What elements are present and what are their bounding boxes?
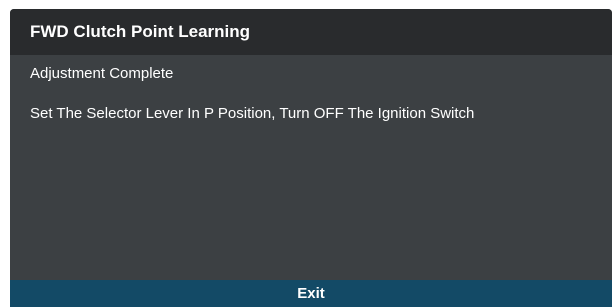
status-message: Adjustment Complete [30, 65, 174, 82]
dialog-title-bar: FWD Clutch Point Learning [10, 9, 612, 55]
clutch-learning-dialog: FWD Clutch Point Learning Adjustment Com… [10, 9, 612, 307]
dialog-body: Adjustment Complete Set The Selector Lev… [10, 55, 612, 280]
dialog-title: FWD Clutch Point Learning [30, 22, 251, 41]
exit-button-label: Exit [297, 285, 325, 302]
instruction-message: Set The Selector Lever In P Position, Tu… [30, 105, 475, 122]
exit-button[interactable]: Exit [10, 280, 612, 307]
